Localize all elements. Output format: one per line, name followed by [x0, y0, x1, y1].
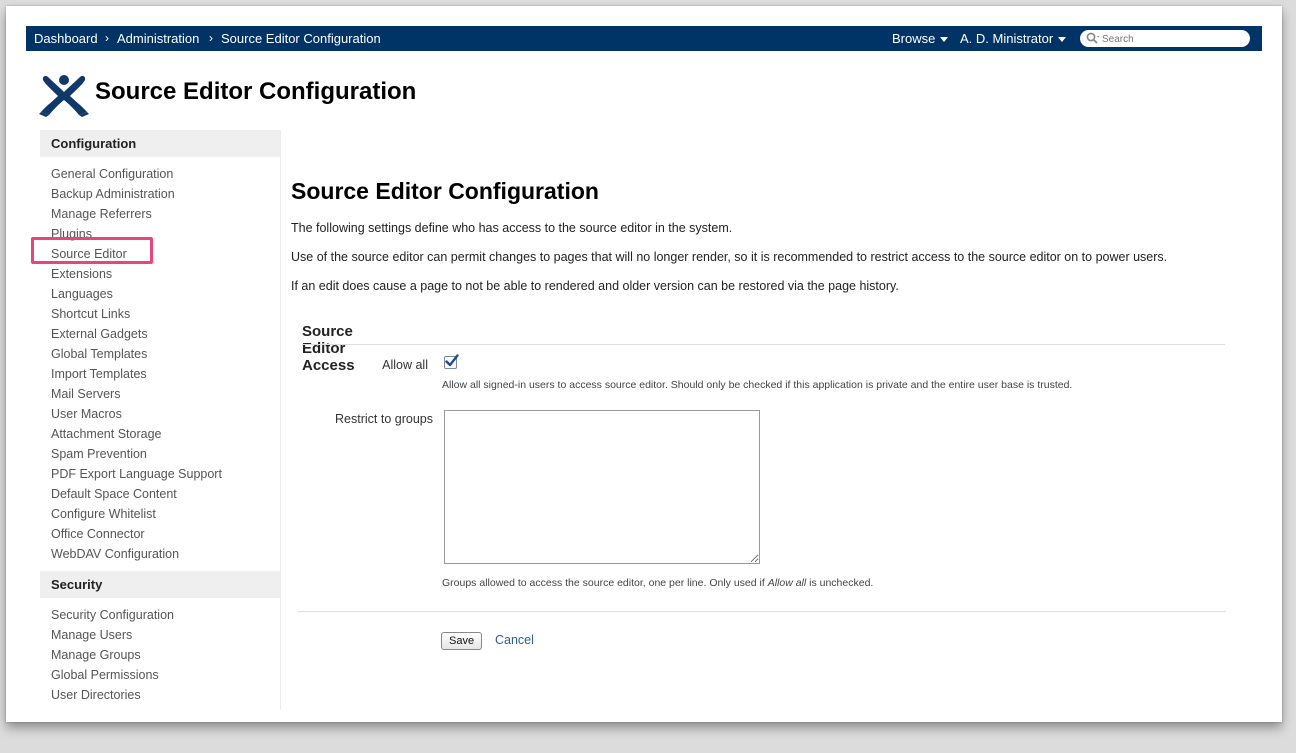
sidebar-item-label: PDF Export Language Support — [51, 467, 222, 481]
window-frame: Dashboard › Administration › Source Edit… — [6, 6, 1282, 722]
user-menu-label: A. D. Ministrator — [960, 31, 1054, 46]
allow-all-label: Allow all — [382, 358, 428, 372]
sidebar-item-extensions[interactable]: Extensions — [51, 264, 280, 284]
sidebar-item-label: Attachment Storage — [51, 427, 162, 441]
allow-all-checkbox[interactable] — [444, 354, 459, 369]
chevron-down-icon — [1058, 37, 1067, 43]
sidebar-item-label: Default Space Content — [51, 487, 177, 501]
form-divider — [298, 611, 1226, 612]
sidebar-item-label: Mail Servers — [51, 387, 121, 401]
sidebar-item-user-directories[interactable]: User Directories — [51, 685, 280, 705]
sidebar-item-global-permissions[interactable]: Global Permissions — [51, 665, 280, 685]
sidebar-section-security-title: Security — [40, 571, 280, 598]
sidebar-item-shortcut-links[interactable]: Shortcut Links — [51, 304, 280, 324]
sidebar-item-manage-users[interactable]: Manage Users — [51, 625, 280, 645]
sidebar-item-label: Security Configuration — [51, 608, 174, 622]
sidebar-item-label: Manage Users — [51, 628, 133, 642]
sidebar-item-label: Languages — [51, 287, 113, 301]
sidebar-item-label: Global Permissions — [51, 668, 159, 682]
cancel-link[interactable]: Cancel — [495, 633, 534, 647]
breadcrumb-current-page: Source Editor Configuration — [221, 31, 381, 46]
top-navigation-bar: Dashboard › Administration › Source Edit… — [26, 26, 1262, 51]
sidebar-item-label: External Gadgets — [51, 327, 148, 341]
sidebar-item-pdf-export-language-support[interactable]: PDF Export Language Support — [51, 464, 280, 484]
sidebar-item-label: Manage Groups — [51, 648, 141, 662]
browse-menu-label: Browse — [892, 31, 936, 46]
restrict-groups-help: Groups allowed to access the source edit… — [442, 577, 873, 589]
allow-all-help: Allow all signed-in users to access sour… — [442, 379, 1073, 391]
sidebar-item-label: WebDAV Configuration — [51, 547, 180, 561]
sidebar-item-languages[interactable]: Languages — [51, 284, 280, 304]
sidebar-item-source-editor[interactable]: Source Editor — [51, 244, 280, 264]
sidebar-item-label: Backup Administration — [51, 187, 175, 201]
user-menu[interactable]: A. D. Ministrator — [960, 31, 1067, 46]
sidebar-item-label: Shortcut Links — [51, 307, 131, 321]
sidebar-item-general-configuration[interactable]: General Configuration — [51, 164, 280, 184]
sidebar-item-plugins[interactable]: Plugins — [51, 224, 280, 244]
restrict-help-text-end: is unchecked. — [806, 577, 874, 589]
sidebar-item-external-gadgets[interactable]: External Gadgets — [51, 324, 280, 344]
breadcrumb-separator: › — [105, 31, 109, 45]
app-logo-icon — [39, 75, 89, 117]
intro-paragraph: The following settings define who has ac… — [291, 221, 733, 235]
page-title: Source Editor Configuration — [95, 78, 417, 105]
content-title: Source Editor Configuration — [291, 178, 599, 204]
sidebar-item-webdav-configuration[interactable]: WebDAV Configuration — [51, 544, 280, 564]
sidebar-item-label: Office Connector — [51, 527, 145, 541]
sidebar-item-mail-servers[interactable]: Mail Servers — [51, 384, 280, 404]
sidebar-item-label: Plugins — [51, 227, 92, 241]
sidebar-item-label: Configure Whitelist — [51, 507, 156, 521]
sidebar-item-attachment-storage[interactable]: Attachment Storage — [51, 424, 280, 444]
checkmark-icon — [445, 354, 459, 367]
sidebar-item-spam-prevention[interactable]: Spam Prevention — [51, 444, 280, 464]
sidebar-item-label: User Macros — [51, 407, 122, 421]
breadcrumb-separator: › — [209, 31, 213, 45]
breadcrumb-dashboard[interactable]: Dashboard — [34, 31, 98, 46]
sidebar-item-label: Extensions — [51, 267, 113, 281]
sidebar-item-label: Source Editor — [51, 247, 127, 261]
sidebar-item-label: Manage Referrers — [51, 207, 152, 221]
chevron-down-icon — [940, 37, 949, 43]
section-divider — [302, 344, 1225, 345]
sidebar-item-label: User Directories — [51, 688, 141, 702]
search-icon — [1086, 32, 1100, 44]
sidebar-item-configure-whitelist[interactable]: Configure Whitelist — [51, 504, 280, 524]
search-input[interactable] — [1102, 32, 1242, 47]
sidebar-section-security-list: Security Configuration Manage Users Mana… — [40, 598, 280, 712]
warning-paragraph: Use of the source editor can permit chan… — [291, 250, 1168, 264]
restrict-help-emphasis: Allow all — [767, 577, 807, 589]
sidebar-item-default-space-content[interactable]: Default Space Content — [51, 484, 280, 504]
sidebar-section-configuration-title: Configuration — [40, 130, 280, 157]
sidebar-item-label: Import Templates — [51, 367, 147, 381]
sidebar-item-label: Spam Prevention — [51, 447, 147, 461]
sidebar-item-manage-groups[interactable]: Manage Groups — [51, 645, 280, 665]
sidebar-item-office-connector[interactable]: Office Connector — [51, 524, 280, 544]
browse-menu[interactable]: Browse — [892, 31, 949, 46]
sidebar-item-backup-administration[interactable]: Backup Administration — [51, 184, 280, 204]
sidebar-item-security-configuration[interactable]: Security Configuration — [51, 605, 280, 625]
save-button[interactable]: Save — [441, 632, 483, 650]
restrict-groups-textarea[interactable] — [444, 410, 760, 564]
search-box[interactable] — [1080, 30, 1250, 47]
sidebar-item-manage-referrers[interactable]: Manage Referrers — [51, 204, 280, 224]
restrict-help-text: Groups allowed to access the source edit… — [442, 577, 768, 589]
restrict-groups-label: Restrict to groups — [335, 412, 433, 426]
history-paragraph: If an edit does cause a page to not be a… — [291, 279, 899, 293]
sidebar-item-label: Global Templates — [51, 347, 148, 361]
sidebar-item-label: General Configuration — [51, 167, 174, 181]
breadcrumb-administration[interactable]: Administration — [117, 31, 199, 46]
